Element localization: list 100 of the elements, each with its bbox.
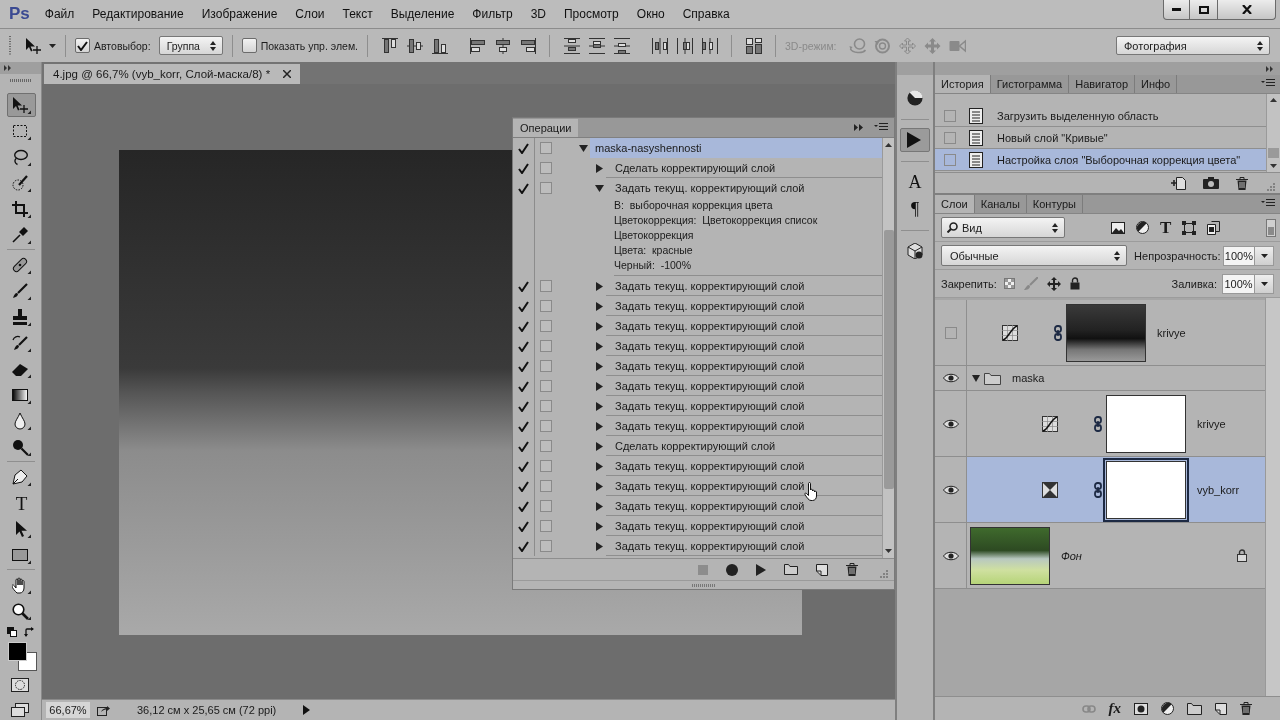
new-action-icon[interactable] [816,563,828,576]
color-swatches-icon[interactable] [8,642,37,671]
panel-tab[interactable]: История [935,75,991,93]
checkmark-icon[interactable] [518,520,529,532]
layer-row[interactable]: vyb_korr [967,457,1265,522]
history-item[interactable]: Настройка слоя "Выборочная коррекция цвета" [935,149,1266,171]
dialog-toggle-box[interactable] [540,460,552,472]
panel-tab[interactable]: Гистограмма [990,75,1070,93]
align-bottom-edges-icon[interactable] [431,37,448,54]
layer-filter-dropdown[interactable]: Вид [941,217,1065,238]
scrollbar-track[interactable] [1265,298,1280,696]
checkmark-icon[interactable] [518,440,529,452]
action-item[interactable]: Задать текущ. корректирующий слой [606,376,882,396]
chain-link-icon[interactable] [1094,415,1102,432]
auto-select-checkbox[interactable] [75,38,90,53]
down-triangle-icon[interactable] [972,374,980,382]
down-arrow-icon[interactable] [1270,164,1277,168]
panel-tab[interactable]: Контуры [1026,195,1083,213]
checkmark-icon[interactable] [518,182,529,194]
distribute-right-edges-icon[interactable] [701,37,718,54]
action-item[interactable]: Задать текущ. корректирующий слой [606,178,882,198]
dialog-toggle-box[interactable] [540,540,552,552]
opacity-dropdown-button[interactable] [1255,245,1274,266]
action-item[interactable]: Задать текущ. корректирующий слой [606,416,882,436]
character-panel-button[interactable]: A [900,170,930,194]
image-icon[interactable] [1111,221,1125,234]
resize-grip-icon[interactable] [1267,183,1275,191]
blend-mode-dropdown[interactable]: Обычные [941,245,1128,266]
fill-field[interactable]: 100% [1222,273,1255,294]
scrollbar[interactable] [882,138,894,558]
panel-tab[interactable]: Инфо [1135,75,1178,93]
curves-icon[interactable] [1042,415,1058,432]
play-icon[interactable] [756,563,766,576]
right-triangle-icon[interactable] [595,321,604,331]
down-triangle-icon[interactable] [595,183,604,193]
transform-box-icon[interactable] [1182,220,1197,235]
panel-menu-icon[interactable] [874,123,888,132]
right-triangle-icon[interactable] [595,461,604,471]
swap-arrow-icon[interactable] [24,627,34,637]
checkmark-icon[interactable] [518,500,529,512]
right-triangle-icon[interactable] [595,301,604,311]
action-item[interactable]: maska-nasyshennosti [590,138,882,158]
up-arrow-icon[interactable] [885,143,892,147]
new-document-icon[interactable] [1171,176,1186,190]
maximize-button[interactable] [1190,0,1218,20]
right-triangle-icon[interactable] [595,421,604,431]
checkmark-icon[interactable] [518,480,529,492]
right-triangle-icon[interactable] [595,341,604,351]
move-arrows-icon[interactable] [1046,276,1061,291]
fx-button[interactable]: fx [1108,701,1121,716]
right-triangle-icon[interactable] [595,501,604,511]
export-icon[interactable] [97,704,110,716]
trash-icon[interactable] [846,563,858,576]
dialog-toggle-box[interactable] [540,340,552,352]
scrollbar-thumb[interactable] [1268,148,1279,158]
eye-icon[interactable] [942,373,959,383]
distribute-vertical-centers-icon[interactable] [588,37,605,54]
dialog-toggle-box[interactable] [540,400,552,412]
type-filter-button[interactable]: T [1160,219,1172,236]
action-item[interactable]: Задать текущ. корректирующий слой [606,356,882,376]
double-chevron-icon[interactable] [4,65,12,71]
curves-icon[interactable] [1002,324,1018,341]
distribute-bottom-edges-icon[interactable] [613,37,630,54]
checkmark-icon[interactable] [518,162,529,174]
down-arrow-icon[interactable] [885,549,892,553]
close-button[interactable] [1218,0,1276,20]
lock-icon[interactable] [1069,277,1080,290]
right-triangle-icon[interactable] [595,521,604,531]
dialog-toggle-box[interactable] [540,440,552,452]
right-triangle-icon[interactable] [595,163,604,173]
menu-item[interactable]: Справка [673,7,739,21]
align-horizontal-centers-icon[interactable] [494,37,511,54]
align-left-edges-icon[interactable] [469,37,486,54]
menu-item[interactable]: Изображение [192,7,287,21]
right-triangle-icon[interactable] [595,361,604,371]
folder-icon[interactable] [1187,702,1202,715]
default-colors-icon[interactable] [7,627,17,637]
distribute-top-edges-icon[interactable] [563,37,580,54]
half-circle-icon[interactable] [1136,221,1149,234]
half-circle-icon[interactable] [1161,702,1174,715]
checkmark-icon[interactable] [518,380,529,392]
dialog-toggle-box[interactable] [540,182,552,194]
dialog-toggle-box[interactable] [540,360,552,372]
auto-align-icon[interactable] [745,37,762,54]
chain-link-icon[interactable] [1054,324,1062,341]
distribute-left-edges-icon[interactable] [651,37,668,54]
record-icon[interactable] [726,563,738,576]
trash-icon[interactable] [1236,176,1248,190]
screen-mode-icon[interactable] [11,703,29,717]
panel-menu-icon[interactable] [1261,79,1275,88]
checkmark-icon[interactable] [518,540,529,552]
align-right-edges-icon[interactable] [519,37,536,54]
camera-icon[interactable] [1203,177,1219,189]
menu-item[interactable]: Окно [627,7,674,21]
workspace-dropdown[interactable]: Фотография [1116,36,1270,55]
checkerboard-icon[interactable] [1003,278,1015,289]
quick-mask-icon[interactable] [11,678,29,692]
smart-object-icon[interactable] [1207,220,1221,235]
trash-icon[interactable] [1240,702,1252,715]
dialog-toggle-box[interactable] [540,320,552,332]
